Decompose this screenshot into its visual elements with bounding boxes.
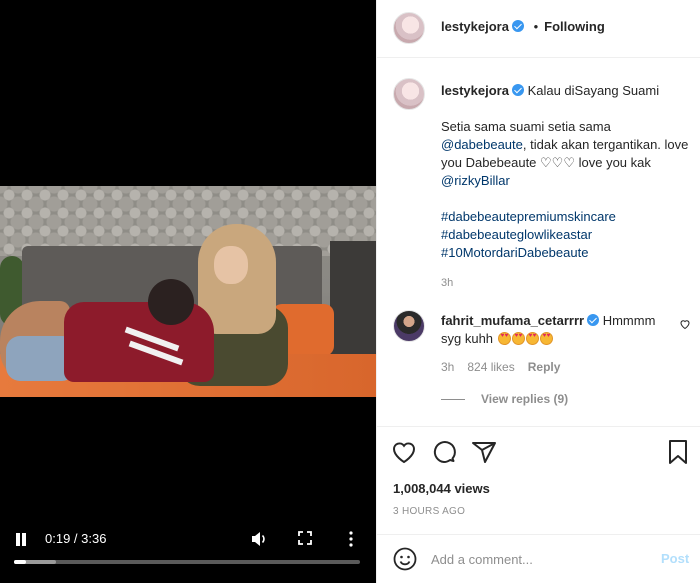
comments-section[interactable]: lestykejora Kalau diSayang Suami Setia s… [377, 58, 700, 426]
caption-text: Setia sama suami setia sama @dabebeaute,… [441, 118, 689, 190]
heart-eyes-emoji-icon [539, 332, 553, 345]
comment-icon[interactable] [431, 439, 457, 465]
caption-body: lestykejora Kalau diSayang Suami Setia s… [441, 82, 689, 292]
fullscreen-icon[interactable] [298, 531, 312, 545]
avatar[interactable] [393, 310, 425, 342]
following-button[interactable]: Following [544, 19, 605, 34]
views-count[interactable]: 1,008,044 views [393, 481, 490, 496]
pause-icon[interactable] [14, 533, 28, 547]
video-scene-woman-face [214, 246, 248, 284]
posted-time[interactable]: 3 HOURS AGO [393, 506, 465, 517]
mention-link[interactable]: @rizkyBillar [441, 173, 510, 188]
reply-button[interactable]: Reply [528, 360, 561, 374]
avatar[interactable] [393, 78, 425, 110]
caption-line2: love you kak [575, 155, 651, 170]
post-sidebar: lestykejora • Following lestykejora Kalau… [376, 0, 700, 583]
caption-username[interactable]: lestykejora [441, 83, 509, 98]
caption-hearts: ♡♡♡ [540, 155, 575, 170]
video-controls: 0:19 / 3:36 [0, 520, 376, 583]
video-progress-bar[interactable] [14, 560, 360, 564]
volume-icon[interactable] [250, 530, 268, 548]
heart-eyes-emoji-icon [525, 332, 539, 345]
add-comment-bar: Post [377, 534, 700, 583]
post-button[interactable]: Post [661, 551, 689, 566]
header-separator: • [533, 19, 539, 34]
hashtag-link[interactable]: #dabebeauteglowlikeastar [441, 226, 689, 244]
verified-badge-icon [511, 20, 524, 32]
verified-badge-icon [511, 84, 524, 96]
view-replies-button[interactable]: View replies (9) [441, 392, 568, 406]
video-progress-fill [14, 560, 27, 564]
heart-eyes-emoji-icon [497, 332, 511, 345]
comment-username[interactable]: fahrit_mufama_cetarrrr [441, 313, 584, 328]
hashtags: #dabebeautepremiumskincare #dabebeautegl… [441, 208, 689, 262]
comment-body: fahrit_mufama_cetarrrr Hmmmm syg kuhh [441, 312, 673, 348]
video-scene-man-head [148, 279, 194, 325]
share-icon[interactable] [471, 439, 497, 465]
comment-time[interactable]: 3h [441, 360, 454, 374]
header-user: lestykejora • Following [441, 19, 605, 34]
heart-eyes-emoji-icon [511, 332, 525, 345]
caption-line1: Setia sama suami setia sama [441, 119, 611, 134]
post-actions: 1,008,044 views 3 HOURS AGO [377, 426, 700, 534]
video-time: 0:19 / 3:36 [45, 531, 107, 546]
comment-likes[interactable]: 824 likes [467, 360, 514, 374]
caption-title: Kalau diSayang Suami [527, 83, 660, 98]
hashtag-link[interactable]: #10MotordariDabebeaute [441, 244, 689, 262]
view-replies-label: View replies (9) [481, 392, 569, 406]
heart-icon[interactable] [391, 439, 417, 465]
comment-input[interactable] [431, 547, 631, 571]
comment-meta: 3h 824 likes Reply [441, 360, 573, 374]
more-options-icon[interactable] [346, 530, 356, 548]
bookmark-icon[interactable] [665, 439, 691, 465]
caption-time[interactable]: 3h [441, 274, 689, 292]
video-player[interactable]: 0:19 / 3:36 [0, 0, 376, 583]
post-header: lestykejora • Following [377, 0, 700, 58]
video-scene-man-body [64, 302, 214, 382]
verified-badge-icon [587, 314, 600, 326]
smiley-icon[interactable] [393, 547, 417, 571]
hashtag-link[interactable]: #dabebeautepremiumskincare [441, 208, 689, 226]
video-frame[interactable] [0, 186, 376, 397]
comment-like-heart-icon[interactable] [679, 318, 691, 330]
header-username[interactable]: lestykejora [441, 19, 509, 34]
mention-link[interactable]: @dabebeaute [441, 137, 523, 152]
view-replies-line [441, 399, 465, 401]
avatar[interactable] [393, 12, 425, 44]
